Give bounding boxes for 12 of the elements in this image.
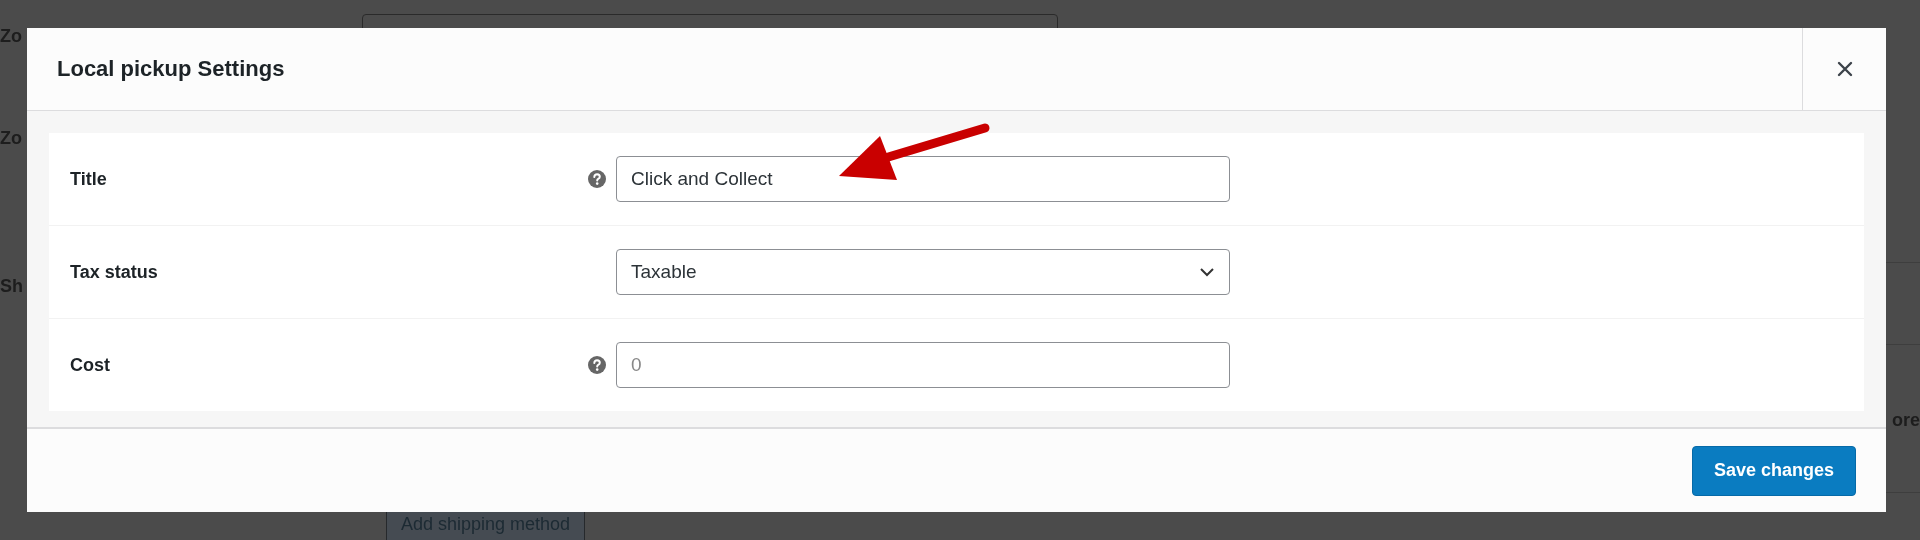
field-label: Tax status [70, 261, 158, 282]
input-field[interactable]: 0 [616, 342, 1230, 388]
modal-title: Local pickup Settings [57, 56, 285, 82]
field-label: Title [70, 168, 107, 189]
input-field[interactable]: Click and Collect [616, 156, 1230, 202]
help-icon[interactable] [588, 170, 606, 188]
field-label: Cost [70, 354, 110, 375]
tax-status-dropdown[interactable]: Taxable [616, 249, 1230, 295]
save-button[interactable]: Save changes [1691, 445, 1856, 496]
close-icon [1836, 61, 1853, 77]
chevron-down-icon [1199, 267, 1215, 277]
help-icon[interactable] [588, 356, 606, 374]
